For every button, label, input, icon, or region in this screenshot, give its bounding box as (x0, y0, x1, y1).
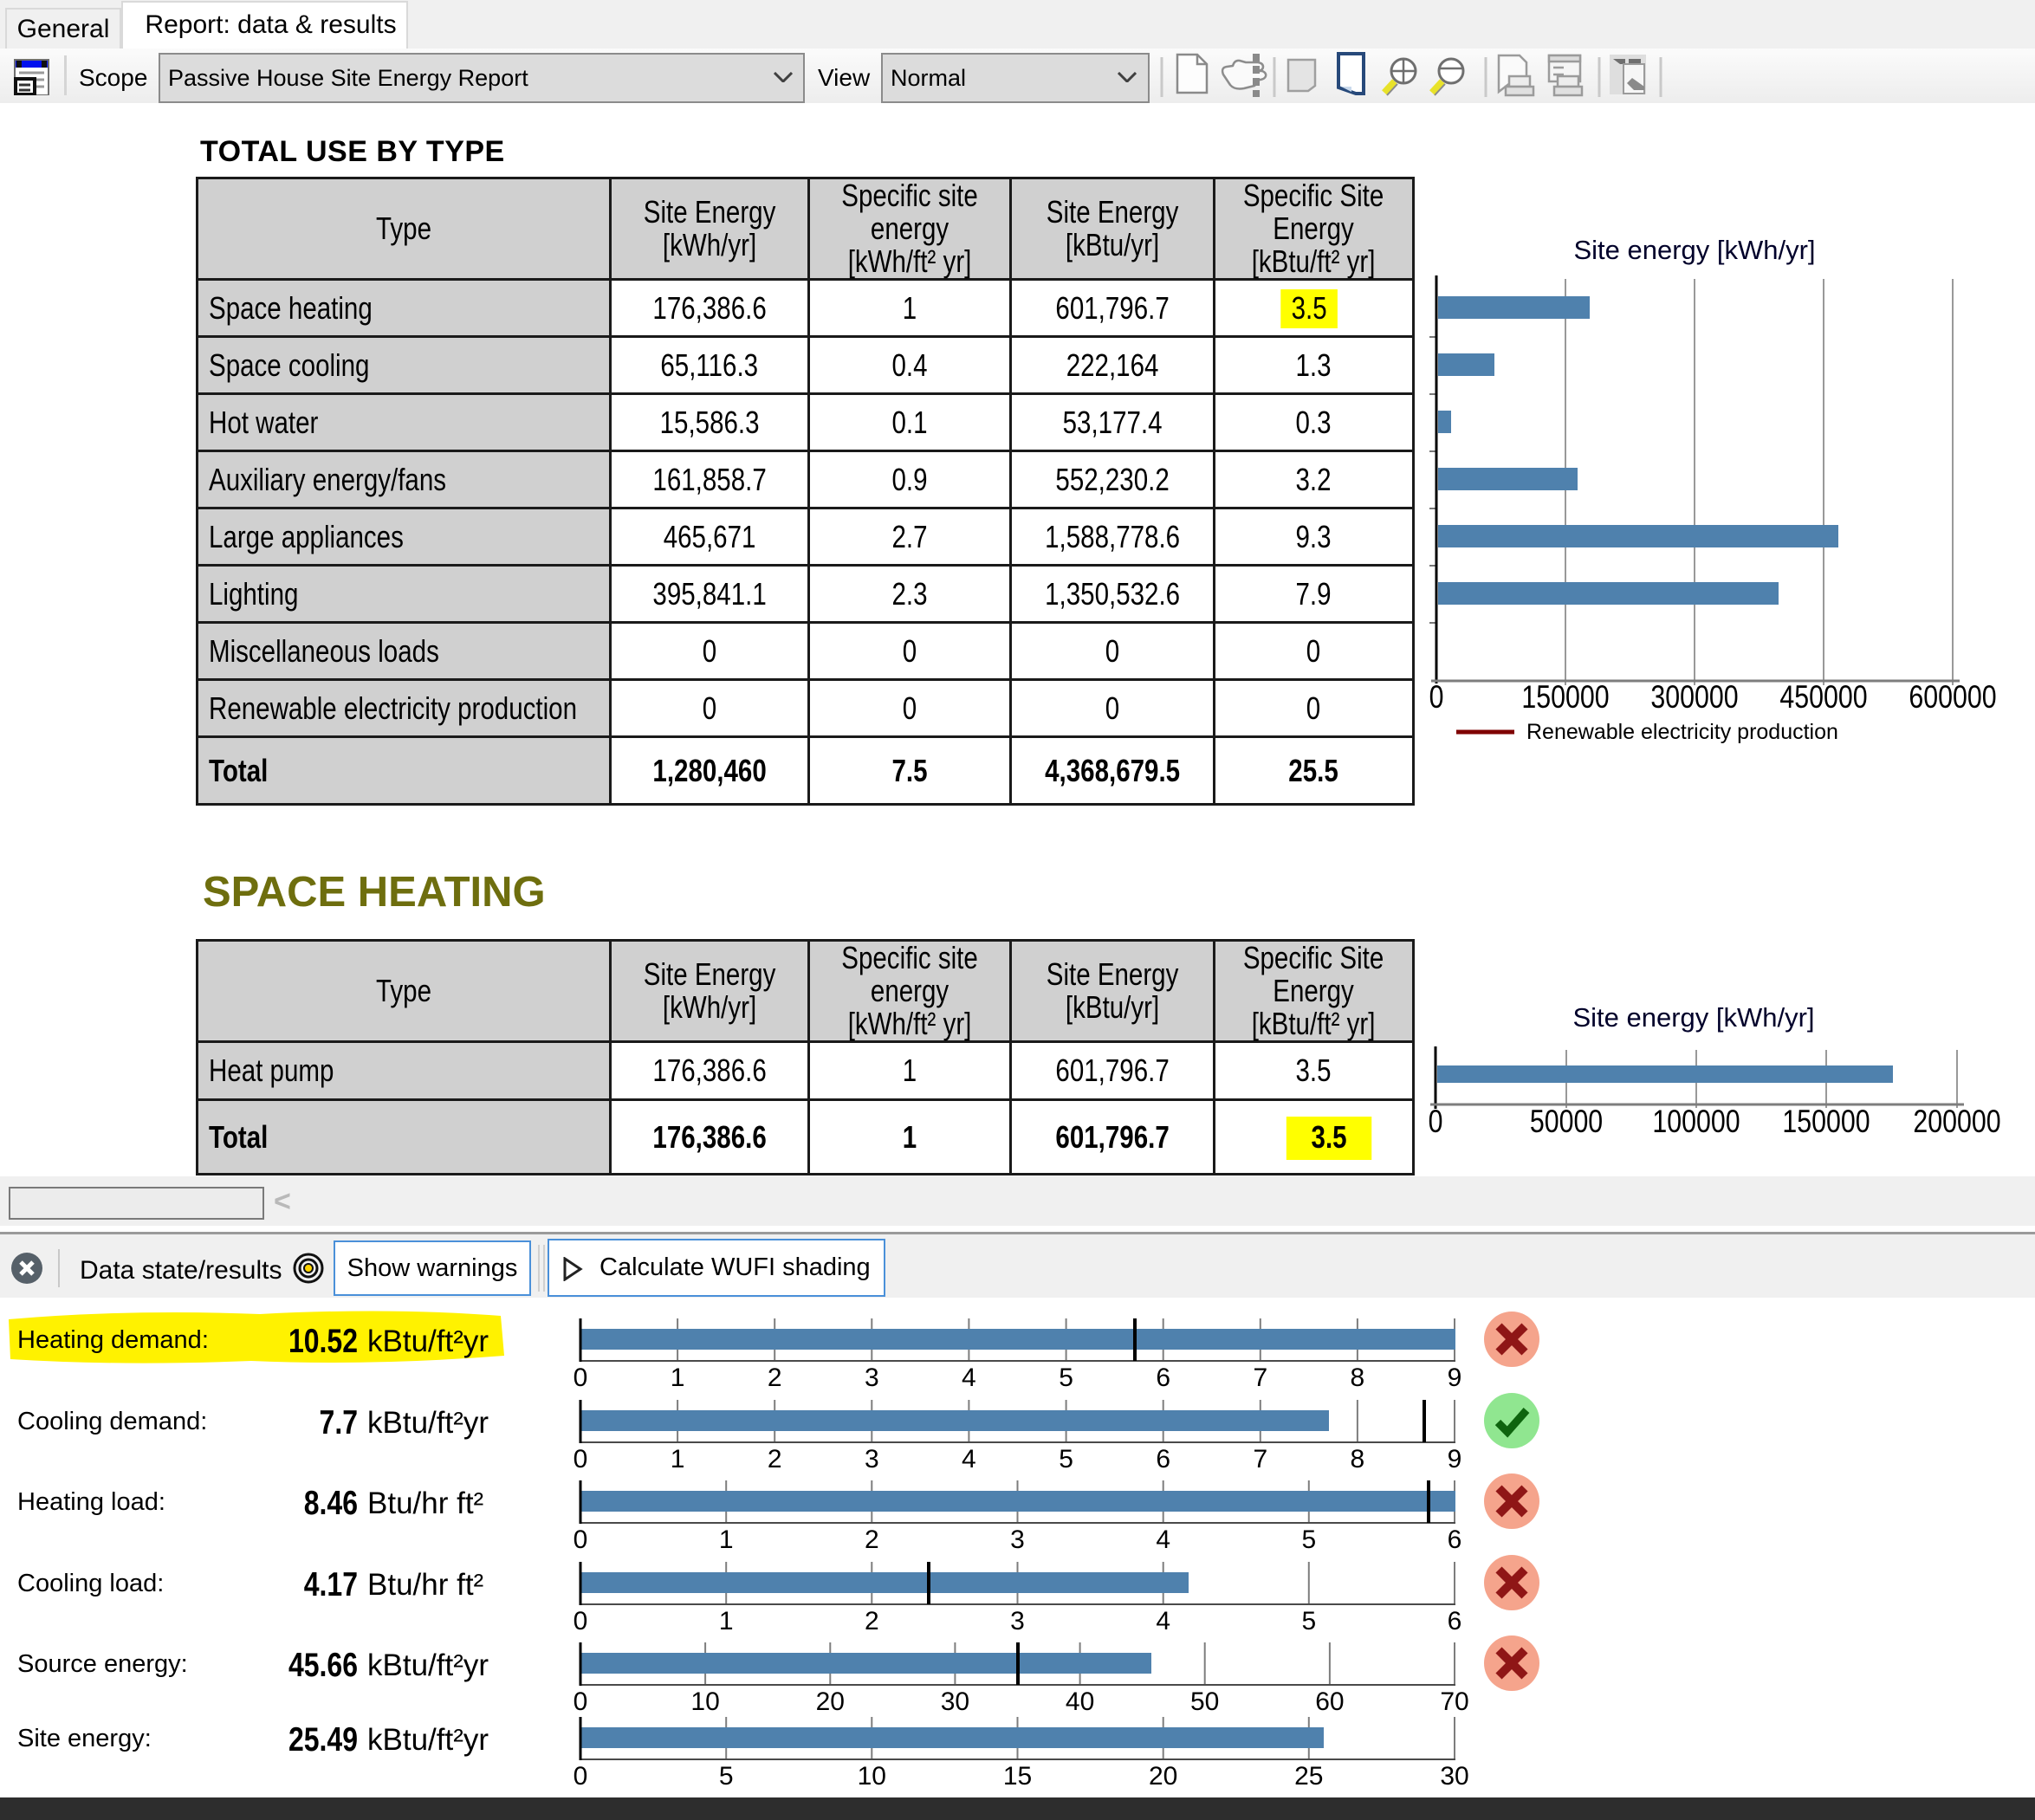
svg-text:30: 30 (941, 1687, 969, 1716)
svg-text:Renewable electricity producti: Renewable electricity production (1526, 720, 1838, 744)
svg-text:5: 5 (1059, 1363, 1073, 1392)
svg-text:0: 0 (574, 1525, 588, 1554)
svg-text:450000: 450000 (1779, 679, 1867, 716)
svg-text:10: 10 (690, 1687, 719, 1716)
svg-text:25: 25 (1294, 1762, 1323, 1791)
svg-text:8: 8 (1351, 1363, 1365, 1392)
svg-text:8: 8 (1351, 1445, 1365, 1473)
svg-text:9: 9 (1448, 1445, 1462, 1473)
svg-text:6: 6 (1448, 1525, 1462, 1554)
svg-text:40: 40 (1066, 1687, 1094, 1716)
svg-text:10: 10 (858, 1762, 886, 1791)
svg-text:50000: 50000 (1530, 1104, 1603, 1140)
svg-text:4: 4 (1156, 1525, 1170, 1554)
svg-text:70: 70 (1440, 1687, 1468, 1716)
svg-text:1: 1 (671, 1445, 685, 1473)
svg-text:6: 6 (1448, 1607, 1462, 1635)
svg-text:1: 1 (719, 1525, 734, 1554)
svg-text:5: 5 (719, 1762, 734, 1791)
svg-text:5: 5 (1301, 1525, 1316, 1554)
svg-text:300000: 300000 (1650, 679, 1738, 716)
svg-text:3: 3 (1010, 1525, 1025, 1554)
svg-text:20: 20 (816, 1687, 845, 1716)
svg-text:2: 2 (768, 1363, 782, 1392)
svg-text:3: 3 (1010, 1607, 1025, 1635)
svg-text:5: 5 (1301, 1607, 1316, 1635)
svg-text:50: 50 (1190, 1687, 1219, 1716)
svg-text:Site energy [kWh/yr]: Site energy [kWh/yr] (1572, 1002, 1814, 1033)
svg-text:4: 4 (962, 1363, 976, 1392)
svg-text:20: 20 (1149, 1762, 1177, 1791)
svg-text:6: 6 (1156, 1363, 1170, 1392)
svg-text:2: 2 (865, 1607, 879, 1635)
svg-text:60: 60 (1315, 1687, 1344, 1716)
svg-text:200000: 200000 (1913, 1104, 2000, 1140)
svg-text:4: 4 (1156, 1607, 1170, 1635)
svg-text:7: 7 (1253, 1445, 1267, 1473)
svg-text:1: 1 (719, 1607, 734, 1635)
svg-text:15: 15 (1003, 1762, 1032, 1791)
svg-text:Site energy [kWh/yr]: Site energy [kWh/yr] (1573, 235, 1815, 265)
svg-text:0: 0 (574, 1363, 588, 1392)
svg-text:0: 0 (574, 1445, 588, 1473)
svg-text:0: 0 (574, 1607, 588, 1635)
svg-text:0: 0 (1429, 1104, 1443, 1140)
svg-text:600000: 600000 (1909, 679, 1996, 716)
svg-text:7: 7 (1253, 1363, 1267, 1392)
svg-text:0: 0 (574, 1687, 588, 1716)
svg-text:0: 0 (1429, 679, 1444, 716)
svg-text:150000: 150000 (1521, 679, 1609, 716)
svg-text:3: 3 (865, 1363, 879, 1392)
svg-text:100000: 100000 (1652, 1104, 1740, 1140)
svg-text:2: 2 (865, 1525, 879, 1554)
svg-text:150000: 150000 (1782, 1104, 1870, 1140)
svg-text:1: 1 (671, 1363, 685, 1392)
svg-text:0: 0 (574, 1762, 588, 1791)
svg-text:30: 30 (1440, 1762, 1468, 1791)
svg-text:9: 9 (1448, 1363, 1462, 1392)
svg-text:5: 5 (1059, 1445, 1073, 1473)
svg-text:3: 3 (865, 1445, 879, 1473)
svg-text:6: 6 (1156, 1445, 1170, 1473)
svg-text:2: 2 (768, 1445, 782, 1473)
svg-text:4: 4 (962, 1445, 976, 1473)
